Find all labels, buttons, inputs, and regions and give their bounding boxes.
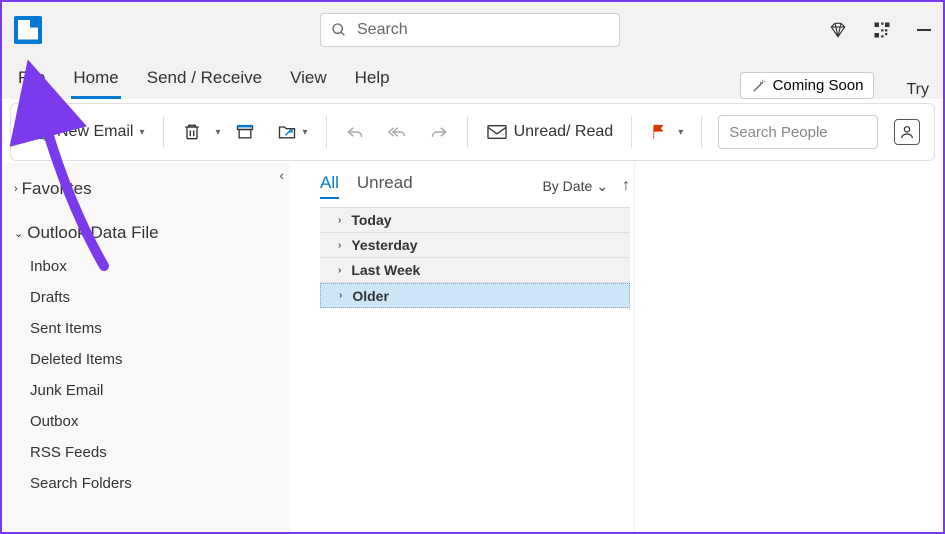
reply-button[interactable] <box>337 114 373 150</box>
qr-code-icon[interactable] <box>873 21 891 39</box>
chevron-down-icon[interactable]: ▾ <box>139 127 144 138</box>
chevron-right-icon: › <box>338 265 341 276</box>
move-button[interactable]: ▾ <box>269 114 316 150</box>
folder-search-folders[interactable]: Search Folders <box>30 468 278 499</box>
reply-all-button[interactable] <box>379 114 415 150</box>
search-icon <box>331 22 347 38</box>
chevron-down-icon: ⌄ <box>14 227 23 240</box>
chevron-down-icon: ▾ <box>678 127 683 138</box>
chevron-down-icon: ▾ <box>303 127 308 138</box>
premium-diamond-icon[interactable] <box>829 21 847 39</box>
folder-deleted-items[interactable]: Deleted Items <box>30 344 278 375</box>
folder-drafts[interactable]: Drafts <box>30 282 278 313</box>
outlook-logo-icon <box>14 16 42 44</box>
folder-rss-feeds[interactable]: RSS Feeds <box>30 437 278 468</box>
address-book-button[interactable] <box>894 119 920 145</box>
group-older[interactable]: ›Older <box>320 283 630 308</box>
folder-sidebar: ‹ › Favorites ⌄ Outlook Data File Inbox … <box>2 163 290 532</box>
search-people-input[interactable]: Search People <box>718 115 878 149</box>
archive-button[interactable] <box>227 114 263 150</box>
chevron-right-icon: › <box>338 240 341 251</box>
sort-direction-button[interactable]: ↑ <box>622 177 630 195</box>
sort-button[interactable]: By Date ⌄ ↑ <box>542 177 630 195</box>
search-people-placeholder: Search People <box>729 124 827 141</box>
forward-icon <box>429 122 449 142</box>
collapse-sidebar-button[interactable]: ‹ <box>279 167 284 183</box>
menu-tabs: File Home Send / Receive View Help Comin… <box>2 57 943 99</box>
unread-read-label: Unread/ Read <box>514 123 614 141</box>
chevron-right-icon: › <box>339 290 342 301</box>
menu-tab-help[interactable]: Help <box>353 62 392 99</box>
minimize-button[interactable] <box>917 29 931 31</box>
forward-button[interactable] <box>421 114 457 150</box>
main-area: ‹ › Favorites ⌄ Outlook Data File Inbox … <box>2 163 943 532</box>
new-email-label: New Email <box>57 123 133 141</box>
coming-soon-button[interactable]: Coming Soon <box>740 72 875 99</box>
message-list-pane: All Unread By Date ⌄ ↑ ›Today ›Yesterday… <box>290 163 634 532</box>
datafile-label: Outlook Data File <box>27 223 158 243</box>
reply-all-icon <box>387 122 407 142</box>
chevron-down-icon: ⌄ <box>596 178 608 195</box>
folder-junk-email[interactable]: Junk Email <box>30 375 278 406</box>
reply-icon <box>345 122 365 142</box>
new-email-button[interactable]: New Email ▾ <box>21 114 153 150</box>
filter-tab-all[interactable]: All <box>320 173 339 199</box>
archive-icon <box>235 122 255 142</box>
coming-soon-label: Coming Soon <box>773 77 864 94</box>
favorites-label: Favorites <box>22 179 92 199</box>
group-today[interactable]: ›Today <box>320 208 630 233</box>
favorites-section[interactable]: › Favorites <box>14 173 278 205</box>
folder-list: Inbox Drafts Sent Items Deleted Items Ju… <box>14 249 278 499</box>
ribbon-toolbar: New Email ▾ ▾ ▾ Unread/ Read ▾ Search Pe… <box>10 103 935 161</box>
menu-tab-view[interactable]: View <box>288 62 329 99</box>
new-email-icon <box>29 123 51 141</box>
flag-icon <box>650 123 668 141</box>
try-label[interactable]: Try <box>906 81 929 99</box>
envelope-icon <box>486 123 508 141</box>
group-yesterday[interactable]: ›Yesterday <box>320 233 630 258</box>
search-input[interactable]: Search <box>320 13 620 47</box>
person-icon <box>899 124 915 140</box>
filter-tab-unread[interactable]: Unread <box>357 173 413 199</box>
move-folder-icon <box>277 122 297 142</box>
title-bar: Search <box>2 2 943 57</box>
folder-sent-items[interactable]: Sent Items <box>30 313 278 344</box>
sort-label: By Date <box>542 178 592 194</box>
menu-tab-file[interactable]: File <box>16 62 47 99</box>
group-last-week[interactable]: ›Last Week <box>320 258 630 283</box>
unread-read-button[interactable]: Unread/ Read <box>478 114 622 150</box>
chevron-right-icon: › <box>14 183 18 195</box>
menu-tab-home[interactable]: Home <box>71 62 120 99</box>
folder-outbox[interactable]: Outbox <box>30 406 278 437</box>
trash-icon <box>182 122 202 142</box>
search-placeholder: Search <box>357 21 408 39</box>
chevron-right-icon: › <box>338 215 341 226</box>
reading-pane <box>634 163 943 532</box>
delete-button[interactable] <box>174 114 210 150</box>
outlook-data-file-section[interactable]: ⌄ Outlook Data File <box>14 217 278 249</box>
wand-icon <box>751 78 767 94</box>
delete-dropdown[interactable]: ▾ <box>216 127 221 138</box>
menu-tab-send-receive[interactable]: Send / Receive <box>145 62 264 99</box>
folder-inbox[interactable]: Inbox <box>30 251 278 282</box>
flag-button[interactable]: ▾ <box>642 114 691 150</box>
